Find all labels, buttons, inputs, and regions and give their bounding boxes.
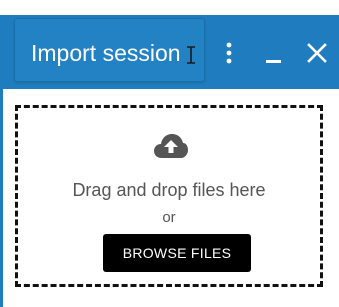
minimize-icon [266, 60, 281, 63]
dialog-title: Import session [31, 40, 181, 66]
or-separator: or [162, 209, 176, 226]
close-button[interactable] [305, 41, 329, 65]
browse-files-button[interactable]: BROWSE FILES [103, 234, 251, 272]
title-highlight: Import session [14, 18, 205, 82]
cloud-upload-icon [154, 134, 188, 158]
minimize-button[interactable] [262, 41, 286, 65]
more-vertical-icon [226, 42, 232, 64]
dialog-header: Import session [0, 15, 339, 89]
more-options-button[interactable] [222, 41, 236, 65]
text-cursor-icon [187, 46, 195, 64]
file-dropzone[interactable]: Drag and drop files here or BROWSE FILES [15, 105, 323, 287]
close-icon [307, 43, 327, 63]
drop-instructions: Drag and drop files here [72, 180, 266, 200]
import-session-dialog: Import session Drag and drop files here … [0, 0, 339, 307]
